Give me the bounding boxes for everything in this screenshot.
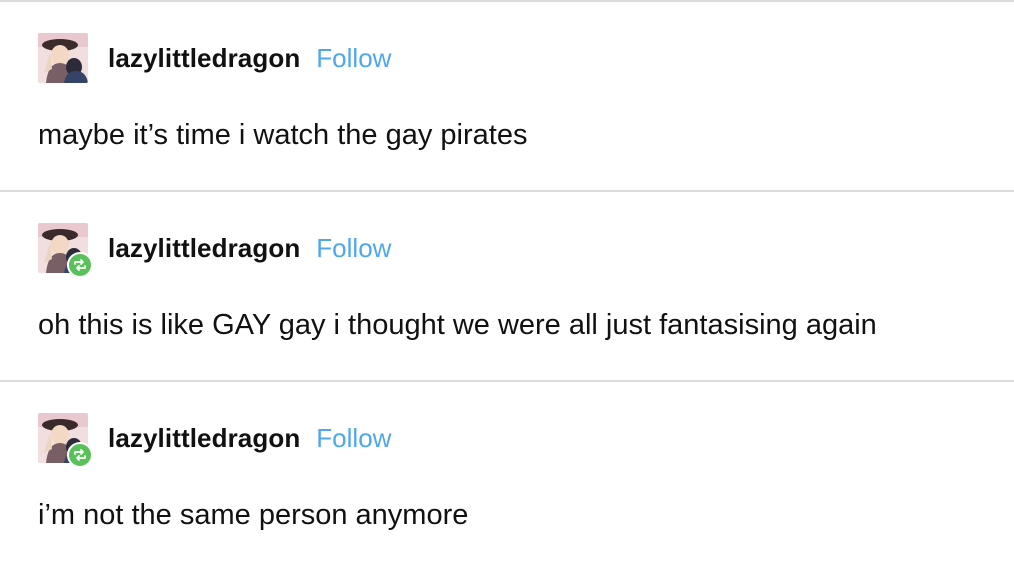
post-3: lazylittledragon Follow i’m not the same… — [0, 413, 1014, 543]
avatar[interactable] — [38, 413, 93, 468]
post-header: lazylittledragon Follow — [38, 33, 391, 83]
divider — [0, 380, 1014, 382]
username[interactable]: lazylittledragon — [108, 423, 300, 454]
reblog-badge — [67, 442, 93, 468]
username[interactable]: lazylittledragon — [108, 43, 300, 74]
post-header: lazylittledragon Follow — [38, 413, 391, 468]
post-2: lazylittledragon Follow oh this is like … — [0, 223, 1014, 353]
reblog-badge — [67, 252, 93, 278]
divider — [0, 0, 1014, 2]
follow-button[interactable]: Follow — [316, 43, 391, 74]
username[interactable]: lazylittledragon — [108, 233, 300, 264]
post-1: lazylittledragon Follow maybe it’s time … — [0, 33, 1014, 163]
avatar[interactable] — [38, 223, 93, 278]
reblog-icon — [74, 449, 86, 461]
avatar-image — [38, 33, 88, 83]
divider — [0, 190, 1014, 192]
avatar[interactable] — [38, 33, 88, 83]
post-text: oh this is like GAY gay i thought we wer… — [38, 309, 877, 341]
post-text: maybe it’s time i watch the gay pirates — [38, 119, 528, 151]
post-header: lazylittledragon Follow — [38, 223, 391, 278]
reblog-icon — [74, 259, 86, 271]
post-text: i’m not the same person anymore — [38, 499, 469, 531]
follow-button[interactable]: Follow — [316, 233, 391, 264]
follow-button[interactable]: Follow — [316, 423, 391, 454]
